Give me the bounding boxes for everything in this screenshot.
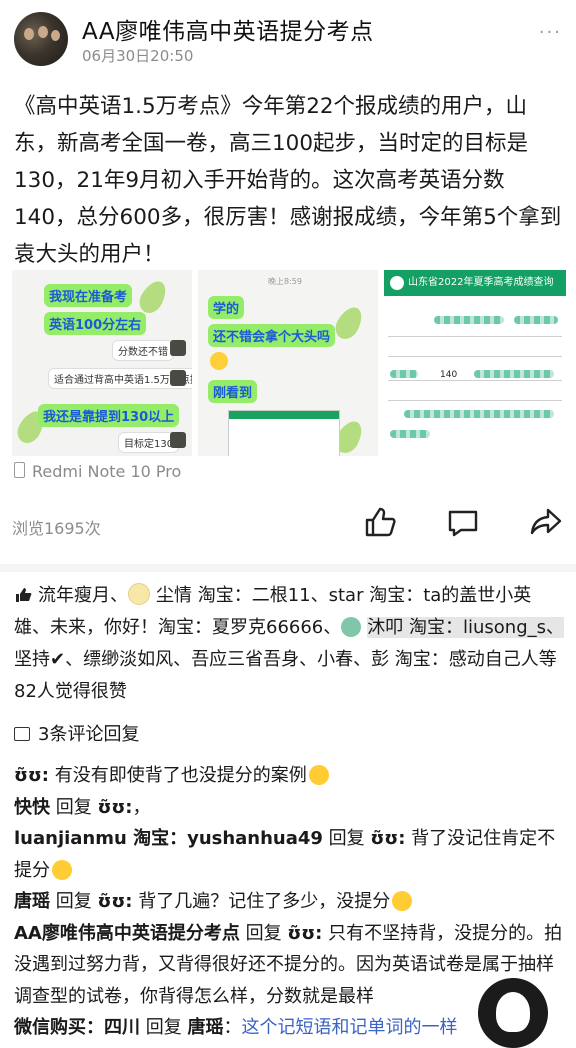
ghost-icon: [496, 992, 530, 1032]
score-sheet-header: 山东省2022年夏季高考成绩查询: [384, 270, 566, 296]
thumb-up-icon: [16, 588, 32, 602]
avatar-figure: [24, 28, 34, 40]
blurred-field: [514, 316, 558, 324]
table-line: [388, 356, 562, 357]
comment-user[interactable]: 微信购买：四川: [14, 1017, 140, 1038]
comment-body: ，: [132, 796, 151, 818]
reply-label: 回复: [322, 828, 371, 849]
reply-target[interactable]: ʊ̃ʊ:: [370, 828, 405, 849]
blurred-field: [434, 316, 504, 324]
comment-icon: [448, 510, 478, 537]
reply-label: 回复: [239, 922, 288, 944]
photo-score-sheet[interactable]: 山东省2022年夏季高考成绩查询 140: [384, 270, 566, 456]
avatar-figure: [38, 26, 48, 38]
photo-grid: 我现在准备考 英语100分左右 分数还不错 适合通过背高中英语1.5万考点提分 …: [12, 270, 566, 456]
reply-label: 回复: [140, 1017, 188, 1038]
author-avatar[interactable]: [14, 12, 68, 66]
comment-item[interactable]: 快快 回复 ʊ̃ʊ:，: [14, 792, 564, 824]
post-date: 06月30日20:50: [82, 47, 194, 65]
blurred-field: [390, 430, 430, 438]
share-icon: [530, 508, 562, 535]
reply-target[interactable]: ʊ̃ʊ:: [97, 797, 132, 818]
post-header: AA廖唯伟高中英语提分考点 06月30日20:50 ···: [0, 0, 576, 72]
leaf-avatar-icon: [341, 617, 362, 637]
emoji-icon: [210, 352, 228, 370]
thumb-up-icon: [365, 507, 396, 537]
device-name: Redmi Note 10 Pro: [32, 462, 182, 481]
likes-highlight-text[interactable]: 沐叩 淘宝：liusong_s、: [367, 617, 564, 638]
view-count: 浏览1695次: [12, 519, 101, 538]
comment-item[interactable]: 唐瑶 回复 ʊ̃ʊ: 背了几遍？记住了多少，没提分: [14, 886, 564, 918]
comment-user[interactable]: ʊ̃ʊ:: [14, 765, 49, 786]
chat-bubble: 我还是靠提到130以上: [38, 404, 180, 427]
author-name[interactable]: AA廖唯伟高中英语提分考点: [82, 12, 374, 46]
comment-user[interactable]: 快快: [14, 797, 50, 818]
comment-user[interactable]: luanjianmu 淘宝：yushanhua49: [14, 828, 323, 849]
more-options-icon[interactable]: ···: [539, 22, 562, 43]
table-line: [388, 400, 562, 401]
chat-bubble: 学的: [208, 296, 245, 319]
comment-icon: [14, 727, 30, 741]
sheet-logo-icon: [390, 276, 404, 290]
comment-link[interactable]: 这个记短语和记单词的一样: [241, 1017, 457, 1038]
like-button[interactable]: [362, 504, 398, 540]
chat-bubble: 英语100分左右: [44, 312, 147, 335]
english-score: 140: [440, 370, 458, 380]
chat-bubble: 还不错会拿个大头吗: [208, 324, 336, 347]
user-avatar-icon: [128, 583, 150, 605]
comment-item[interactable]: ʊ̃ʊ: 有没有即使背了也没提分的案例: [14, 760, 564, 792]
reply-label: 回复: [50, 796, 98, 818]
blurred-field: [404, 410, 554, 418]
score-sheet-title: 山东省2022年夏季高考成绩查询: [408, 277, 554, 288]
emoji-icon: [308, 765, 329, 785]
likes-list: 流年瘦月、 尘情 淘宝：二根11、star 淘宝：ta的盖世小英雄、未来，你好！淘…: [14, 580, 564, 708]
device-label: Redmi Note 10 Pro: [14, 462, 181, 481]
chat-bubble: 分数还不错: [112, 340, 174, 361]
chat-avatar: [170, 370, 186, 386]
comment-body: ：: [223, 1017, 242, 1038]
phone-icon: [14, 462, 25, 478]
photo-chat-1[interactable]: 我现在准备考 英语100分左右 分数还不错 适合通过背高中英语1.5万考点提分 …: [12, 270, 192, 456]
reply-target[interactable]: ʊ̃ʊ:: [287, 923, 322, 944]
chat-avatar: [170, 432, 186, 448]
blurred-field: [474, 370, 554, 378]
embedded-screenshot: [228, 410, 340, 456]
reply-count[interactable]: 3条评论回复: [14, 720, 139, 746]
avatar-figure: [51, 30, 60, 41]
comment-body: 背了几遍？记住了多少，没提分: [132, 891, 391, 912]
photo-chat-2[interactable]: 晚上8:59 学的 还不错会拿个大头吗 刚看到: [198, 270, 378, 456]
emoji-icon: [392, 891, 413, 911]
table-line: [388, 380, 562, 381]
chat-bubble: 我现在准备考: [44, 284, 133, 307]
comment-user[interactable]: 唐瑶: [14, 891, 50, 912]
emoji-icon: [52, 859, 72, 880]
comment-body: 有没有即使背了也没提分的案例: [49, 765, 307, 786]
embedded-header: [229, 411, 339, 419]
comment-item[interactable]: luanjianmu 淘宝：yushanhua49 回复 ʊ̃ʊ: 背了没记住肯…: [14, 823, 564, 886]
likes-text: 流年瘦月、: [38, 585, 128, 606]
section-divider: [0, 564, 576, 572]
comment-user[interactable]: AA廖唯伟高中英语提分考点: [14, 923, 240, 944]
reply-label: 回复: [50, 891, 98, 912]
blurred-field: [390, 370, 418, 378]
leaf-decoration: [330, 302, 368, 344]
reply-count-label: 3条评论回复: [38, 724, 140, 745]
table-line: [388, 336, 562, 337]
comment-button[interactable]: [445, 504, 481, 540]
post-text: 《高中英语1.5万考点》今年第22个报成绩的用户，山东，新高考全国一卷，高三10…: [14, 94, 562, 267]
reply-target[interactable]: 唐瑶: [187, 1017, 223, 1038]
floating-assistant-button[interactable]: [478, 978, 548, 1048]
likes-text: 坚持✔、缥缈淡如风、吾应三省吾身、小春、彭 淘宝：感动自己人等82人觉得很赞: [14, 649, 557, 702]
reply-target[interactable]: ʊ̃ʊ:: [97, 891, 132, 912]
chat-time: 晚上8:59: [268, 277, 302, 286]
chat-avatar: [170, 340, 186, 356]
chat-bubble: 刚看到: [208, 380, 258, 403]
share-button[interactable]: [528, 504, 564, 540]
